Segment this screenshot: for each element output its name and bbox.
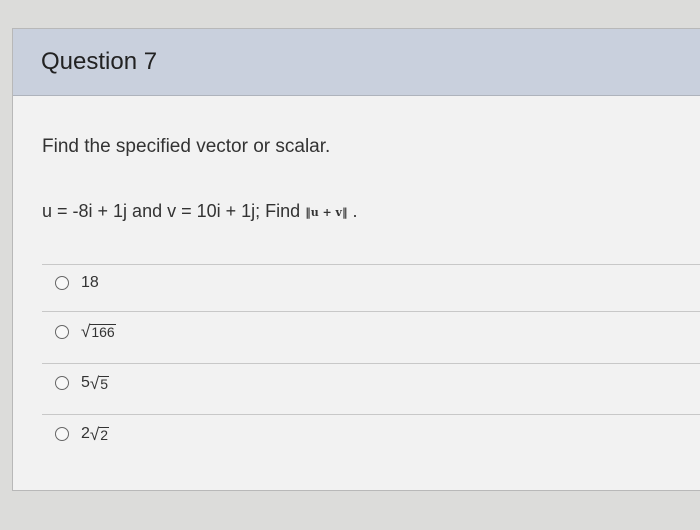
radio-button[interactable] [55, 276, 69, 290]
question-text-prefix: u = -8i + 1j and v = 10i + 1j; Find [42, 201, 301, 221]
divider [42, 264, 700, 265]
divider [42, 363, 700, 364]
question-text-suffix: . [352, 201, 358, 221]
sqrt-symbol: √ [89, 374, 100, 393]
sqrt-symbol: √ [89, 425, 100, 444]
answer-option-label: 18 [81, 274, 99, 291]
divider [42, 414, 700, 415]
answer-option-4[interactable]: 2 √ 2 [55, 425, 110, 444]
radio-button[interactable] [55, 376, 69, 390]
question-prompt: Find the specified vector or scalar. [42, 136, 331, 157]
question-text: u = -8i + 1j and v = 10i + 1j; Find ‖u +… [42, 201, 357, 222]
question-card: Question 7 Find the specified vector or … [12, 28, 700, 491]
sqrt-expression: 5 √ 5 [81, 374, 110, 393]
divider [42, 311, 700, 312]
sqrt-expression: 2 √ 2 [81, 425, 110, 444]
sqrt-symbol: √ [81, 322, 91, 341]
coefficient: 2 [81, 425, 90, 442]
norm-expression-inner: u + v [310, 205, 342, 219]
radicand: 5 [99, 375, 110, 392]
question-title: Question 7 [41, 48, 158, 75]
radio-button[interactable] [55, 427, 69, 441]
radicand: 2 [99, 426, 110, 443]
norm-expression: ‖u + v‖ [305, 205, 348, 219]
answer-option-2[interactable]: √ 166 [55, 323, 116, 340]
radio-button[interactable] [55, 324, 69, 339]
question-header: Question 7 [13, 29, 700, 96]
coefficient: 5 [81, 374, 90, 391]
answer-option-3[interactable]: 5 √ 5 [55, 374, 110, 393]
radicand: 166 [90, 323, 116, 340]
sqrt-expression: √ 166 [81, 323, 116, 340]
answer-option-1[interactable]: 18 [55, 274, 99, 292]
